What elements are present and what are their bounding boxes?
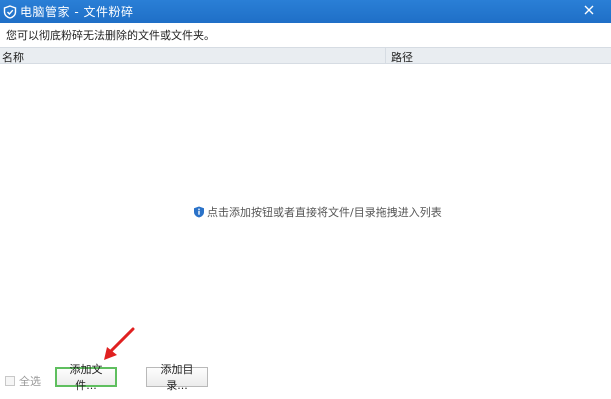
red-arrow-icon <box>104 327 135 360</box>
empty-list-hint: 点击添加按钮或者直接将文件/目录拖拽进入列表 <box>193 204 442 220</box>
add-file-button[interactable]: 添加文件... <box>55 363 117 392</box>
select-all-label: 全选 <box>19 375 41 388</box>
info-shield-icon <box>193 206 205 218</box>
select-all-box[interactable] <box>5 376 15 386</box>
empty-list-hint-text: 点击添加按钮或者直接将文件/目录拖拽进入列表 <box>207 206 442 219</box>
description-text: 您可以彻底粉碎无法删除的文件或文件夹。 <box>6 29 215 42</box>
close-icon[interactable] <box>581 2 597 18</box>
column-header-path[interactable]: 路径 <box>389 49 413 65</box>
shield-logo-icon <box>3 4 17 19</box>
window-title: 电脑管家 - 文件粉碎 <box>20 5 134 19</box>
column-header-name[interactable]: 名称 <box>2 49 24 65</box>
column-divider[interactable] <box>385 48 386 63</box>
file-shredder-window: 电脑管家 - 文件粉碎 您可以彻底粉碎无法删除的文件或文件夹。 名称 路径 点击… <box>0 0 611 399</box>
titlebar: 电脑管家 - 文件粉碎 <box>0 0 611 23</box>
list-header: 名称 路径 <box>0 47 611 64</box>
select-all-checkbox[interactable]: 全选 <box>5 373 41 389</box>
add-directory-button[interactable]: 添加目录... <box>146 363 208 392</box>
